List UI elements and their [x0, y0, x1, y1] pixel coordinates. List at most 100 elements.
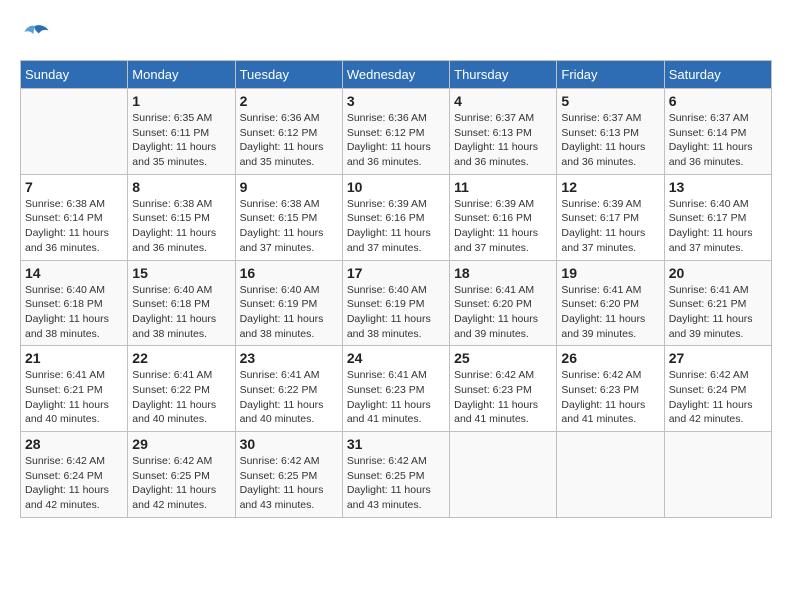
page-header: [20, 20, 772, 50]
day-info: Sunrise: 6:41 AM Sunset: 6:21 PM Dayligh…: [25, 368, 123, 427]
day-info: Sunrise: 6:41 AM Sunset: 6:20 PM Dayligh…: [454, 283, 552, 342]
day-number: 18: [454, 265, 552, 281]
day-cell-18: 18 Sunrise: 6:41 AM Sunset: 6:20 PM Dayli…: [450, 260, 557, 346]
day-number: 2: [240, 93, 338, 109]
day-number: 23: [240, 350, 338, 366]
day-cell-6: 6 Sunrise: 6:37 AM Sunset: 6:14 PM Daylig…: [664, 89, 771, 175]
day-cell-21: 21 Sunrise: 6:41 AM Sunset: 6:21 PM Dayli…: [21, 346, 128, 432]
day-cell-29: 29 Sunrise: 6:42 AM Sunset: 6:25 PM Dayli…: [128, 432, 235, 518]
day-cell-1: 1 Sunrise: 6:35 AM Sunset: 6:11 PM Daylig…: [128, 89, 235, 175]
day-info: Sunrise: 6:42 AM Sunset: 6:23 PM Dayligh…: [454, 368, 552, 427]
day-number: 6: [669, 93, 767, 109]
day-info: Sunrise: 6:41 AM Sunset: 6:21 PM Dayligh…: [669, 283, 767, 342]
col-header-friday: Friday: [557, 61, 664, 89]
day-info: Sunrise: 6:41 AM Sunset: 6:23 PM Dayligh…: [347, 368, 445, 427]
day-info: Sunrise: 6:37 AM Sunset: 6:13 PM Dayligh…: [454, 111, 552, 170]
day-cell-23: 23 Sunrise: 6:41 AM Sunset: 6:22 PM Dayli…: [235, 346, 342, 432]
day-number: 20: [669, 265, 767, 281]
day-info: Sunrise: 6:37 AM Sunset: 6:14 PM Dayligh…: [669, 111, 767, 170]
col-header-monday: Monday: [128, 61, 235, 89]
day-cell-17: 17Sunrise: 6:40 AM Sunset: 6:19 PM Dayli…: [342, 260, 449, 346]
day-cell-16: 16 Sunrise: 6:40 AM Sunset: 6:19 PM Dayli…: [235, 260, 342, 346]
day-info: Sunrise: 6:40 AM Sunset: 6:17 PM Dayligh…: [669, 197, 767, 256]
day-cell-11: 11 Sunrise: 6:39 AM Sunset: 6:16 PM Dayli…: [450, 174, 557, 260]
day-info: Sunrise: 6:41 AM Sunset: 6:22 PM Dayligh…: [240, 368, 338, 427]
day-number: 7: [25, 179, 123, 195]
calendar-week-5: 28 Sunrise: 6:42 AM Sunset: 6:24 PM Dayli…: [21, 432, 772, 518]
day-cell-31: 31Sunrise: 6:42 AM Sunset: 6:25 PM Dayli…: [342, 432, 449, 518]
empty-cell: [21, 89, 128, 175]
day-number: 30: [240, 436, 338, 452]
day-info: Sunrise: 6:36 AM Sunset: 6:12 PM Dayligh…: [347, 111, 445, 170]
day-cell-30: 30 Sunrise: 6:42 AM Sunset: 6:25 PM Dayli…: [235, 432, 342, 518]
day-number: 28: [25, 436, 123, 452]
day-info: Sunrise: 6:36 AM Sunset: 6:12 PM Dayligh…: [240, 111, 338, 170]
day-number: 10: [347, 179, 445, 195]
day-number: 29: [132, 436, 230, 452]
day-cell-3: 3 Sunrise: 6:36 AM Sunset: 6:12 PM Daylig…: [342, 89, 449, 175]
day-info: Sunrise: 6:40 AM Sunset: 6:18 PM Dayligh…: [132, 283, 230, 342]
day-number: 24: [347, 350, 445, 366]
day-info: Sunrise: 6:39 AM Sunset: 6:16 PM Dayligh…: [454, 197, 552, 256]
day-cell-5: 5 Sunrise: 6:37 AM Sunset: 6:13 PM Daylig…: [557, 89, 664, 175]
day-cell-8: 8 Sunrise: 6:38 AM Sunset: 6:15 PM Daylig…: [128, 174, 235, 260]
day-info: Sunrise: 6:38 AM Sunset: 6:15 PM Dayligh…: [132, 197, 230, 256]
day-cell-19: 19 Sunrise: 6:41 AM Sunset: 6:20 PM Dayli…: [557, 260, 664, 346]
day-cell-28: 28 Sunrise: 6:42 AM Sunset: 6:24 PM Dayli…: [21, 432, 128, 518]
day-cell-13: 13 Sunrise: 6:40 AM Sunset: 6:17 PM Dayli…: [664, 174, 771, 260]
day-number: 27: [669, 350, 767, 366]
day-info: Sunrise: 6:42 AM Sunset: 6:25 PM Dayligh…: [132, 454, 230, 513]
day-info: Sunrise: 6:40 AM Sunset: 6:19 PM Dayligh…: [240, 283, 338, 342]
day-number: 1: [132, 93, 230, 109]
day-info: Sunrise: 6:41 AM Sunset: 6:20 PM Dayligh…: [561, 283, 659, 342]
day-number: 8: [132, 179, 230, 195]
day-cell-27: 27 Sunrise: 6:42 AM Sunset: 6:24 PM Dayli…: [664, 346, 771, 432]
day-cell-20: 20 Sunrise: 6:41 AM Sunset: 6:21 PM Dayli…: [664, 260, 771, 346]
day-info: Sunrise: 6:42 AM Sunset: 6:23 PM Dayligh…: [561, 368, 659, 427]
day-number: 3: [347, 93, 445, 109]
day-number: 25: [454, 350, 552, 366]
day-info: Sunrise: 6:42 AM Sunset: 6:24 PM Dayligh…: [669, 368, 767, 427]
day-info: Sunrise: 6:40 AM Sunset: 6:19 PM Dayligh…: [347, 283, 445, 342]
logo: [20, 20, 54, 50]
day-info: Sunrise: 6:40 AM Sunset: 6:18 PM Dayligh…: [25, 283, 123, 342]
day-number: 9: [240, 179, 338, 195]
day-number: 16: [240, 265, 338, 281]
day-number: 21: [25, 350, 123, 366]
day-number: 22: [132, 350, 230, 366]
day-cell-14: 14 Sunrise: 6:40 AM Sunset: 6:18 PM Dayli…: [21, 260, 128, 346]
day-info: Sunrise: 6:42 AM Sunset: 6:25 PM Dayligh…: [240, 454, 338, 513]
calendar-week-2: 7 Sunrise: 6:38 AM Sunset: 6:14 PM Daylig…: [21, 174, 772, 260]
day-cell-24: 24 Sunrise: 6:41 AM Sunset: 6:23 PM Dayli…: [342, 346, 449, 432]
day-cell-12: 12Sunrise: 6:39 AM Sunset: 6:17 PM Dayli…: [557, 174, 664, 260]
day-number: 14: [25, 265, 123, 281]
day-info: Sunrise: 6:35 AM Sunset: 6:11 PM Dayligh…: [132, 111, 230, 170]
col-header-saturday: Saturday: [664, 61, 771, 89]
day-number: 5: [561, 93, 659, 109]
day-number: 31: [347, 436, 445, 452]
day-info: Sunrise: 6:39 AM Sunset: 6:17 PM Dayligh…: [561, 197, 659, 256]
day-info: Sunrise: 6:38 AM Sunset: 6:15 PM Dayligh…: [240, 197, 338, 256]
day-number: 11: [454, 179, 552, 195]
calendar-table: SundayMondayTuesdayWednesdayThursdayFrid…: [20, 60, 772, 518]
empty-cell: [557, 432, 664, 518]
day-info: Sunrise: 6:37 AM Sunset: 6:13 PM Dayligh…: [561, 111, 659, 170]
day-info: Sunrise: 6:42 AM Sunset: 6:24 PM Dayligh…: [25, 454, 123, 513]
day-number: 15: [132, 265, 230, 281]
day-number: 13: [669, 179, 767, 195]
day-number: 4: [454, 93, 552, 109]
empty-cell: [664, 432, 771, 518]
day-cell-26: 26 Sunrise: 6:42 AM Sunset: 6:23 PM Dayli…: [557, 346, 664, 432]
day-cell-22: 22 Sunrise: 6:41 AM Sunset: 6:22 PM Dayli…: [128, 346, 235, 432]
day-info: Sunrise: 6:39 AM Sunset: 6:16 PM Dayligh…: [347, 197, 445, 256]
col-header-tuesday: Tuesday: [235, 61, 342, 89]
day-info: Sunrise: 6:38 AM Sunset: 6:14 PM Dayligh…: [25, 197, 123, 256]
calendar-week-3: 14 Sunrise: 6:40 AM Sunset: 6:18 PM Dayli…: [21, 260, 772, 346]
day-number: 26: [561, 350, 659, 366]
day-number: 19: [561, 265, 659, 281]
day-cell-15: 15 Sunrise: 6:40 AM Sunset: 6:18 PM Dayli…: [128, 260, 235, 346]
calendar-week-4: 21 Sunrise: 6:41 AM Sunset: 6:21 PM Dayli…: [21, 346, 772, 432]
empty-cell: [450, 432, 557, 518]
day-cell-4: 4 Sunrise: 6:37 AM Sunset: 6:13 PM Daylig…: [450, 89, 557, 175]
day-info: Sunrise: 6:41 AM Sunset: 6:22 PM Dayligh…: [132, 368, 230, 427]
